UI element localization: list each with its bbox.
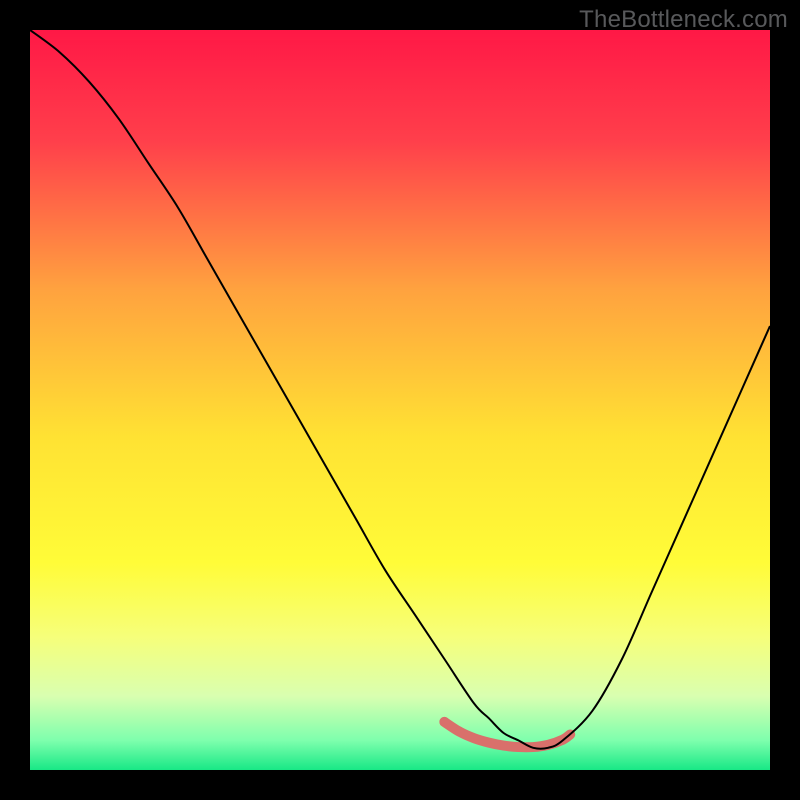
chart-background [30, 30, 770, 770]
chart-stage: TheBottleneck.com [0, 0, 800, 800]
bottleneck-chart [30, 30, 770, 770]
